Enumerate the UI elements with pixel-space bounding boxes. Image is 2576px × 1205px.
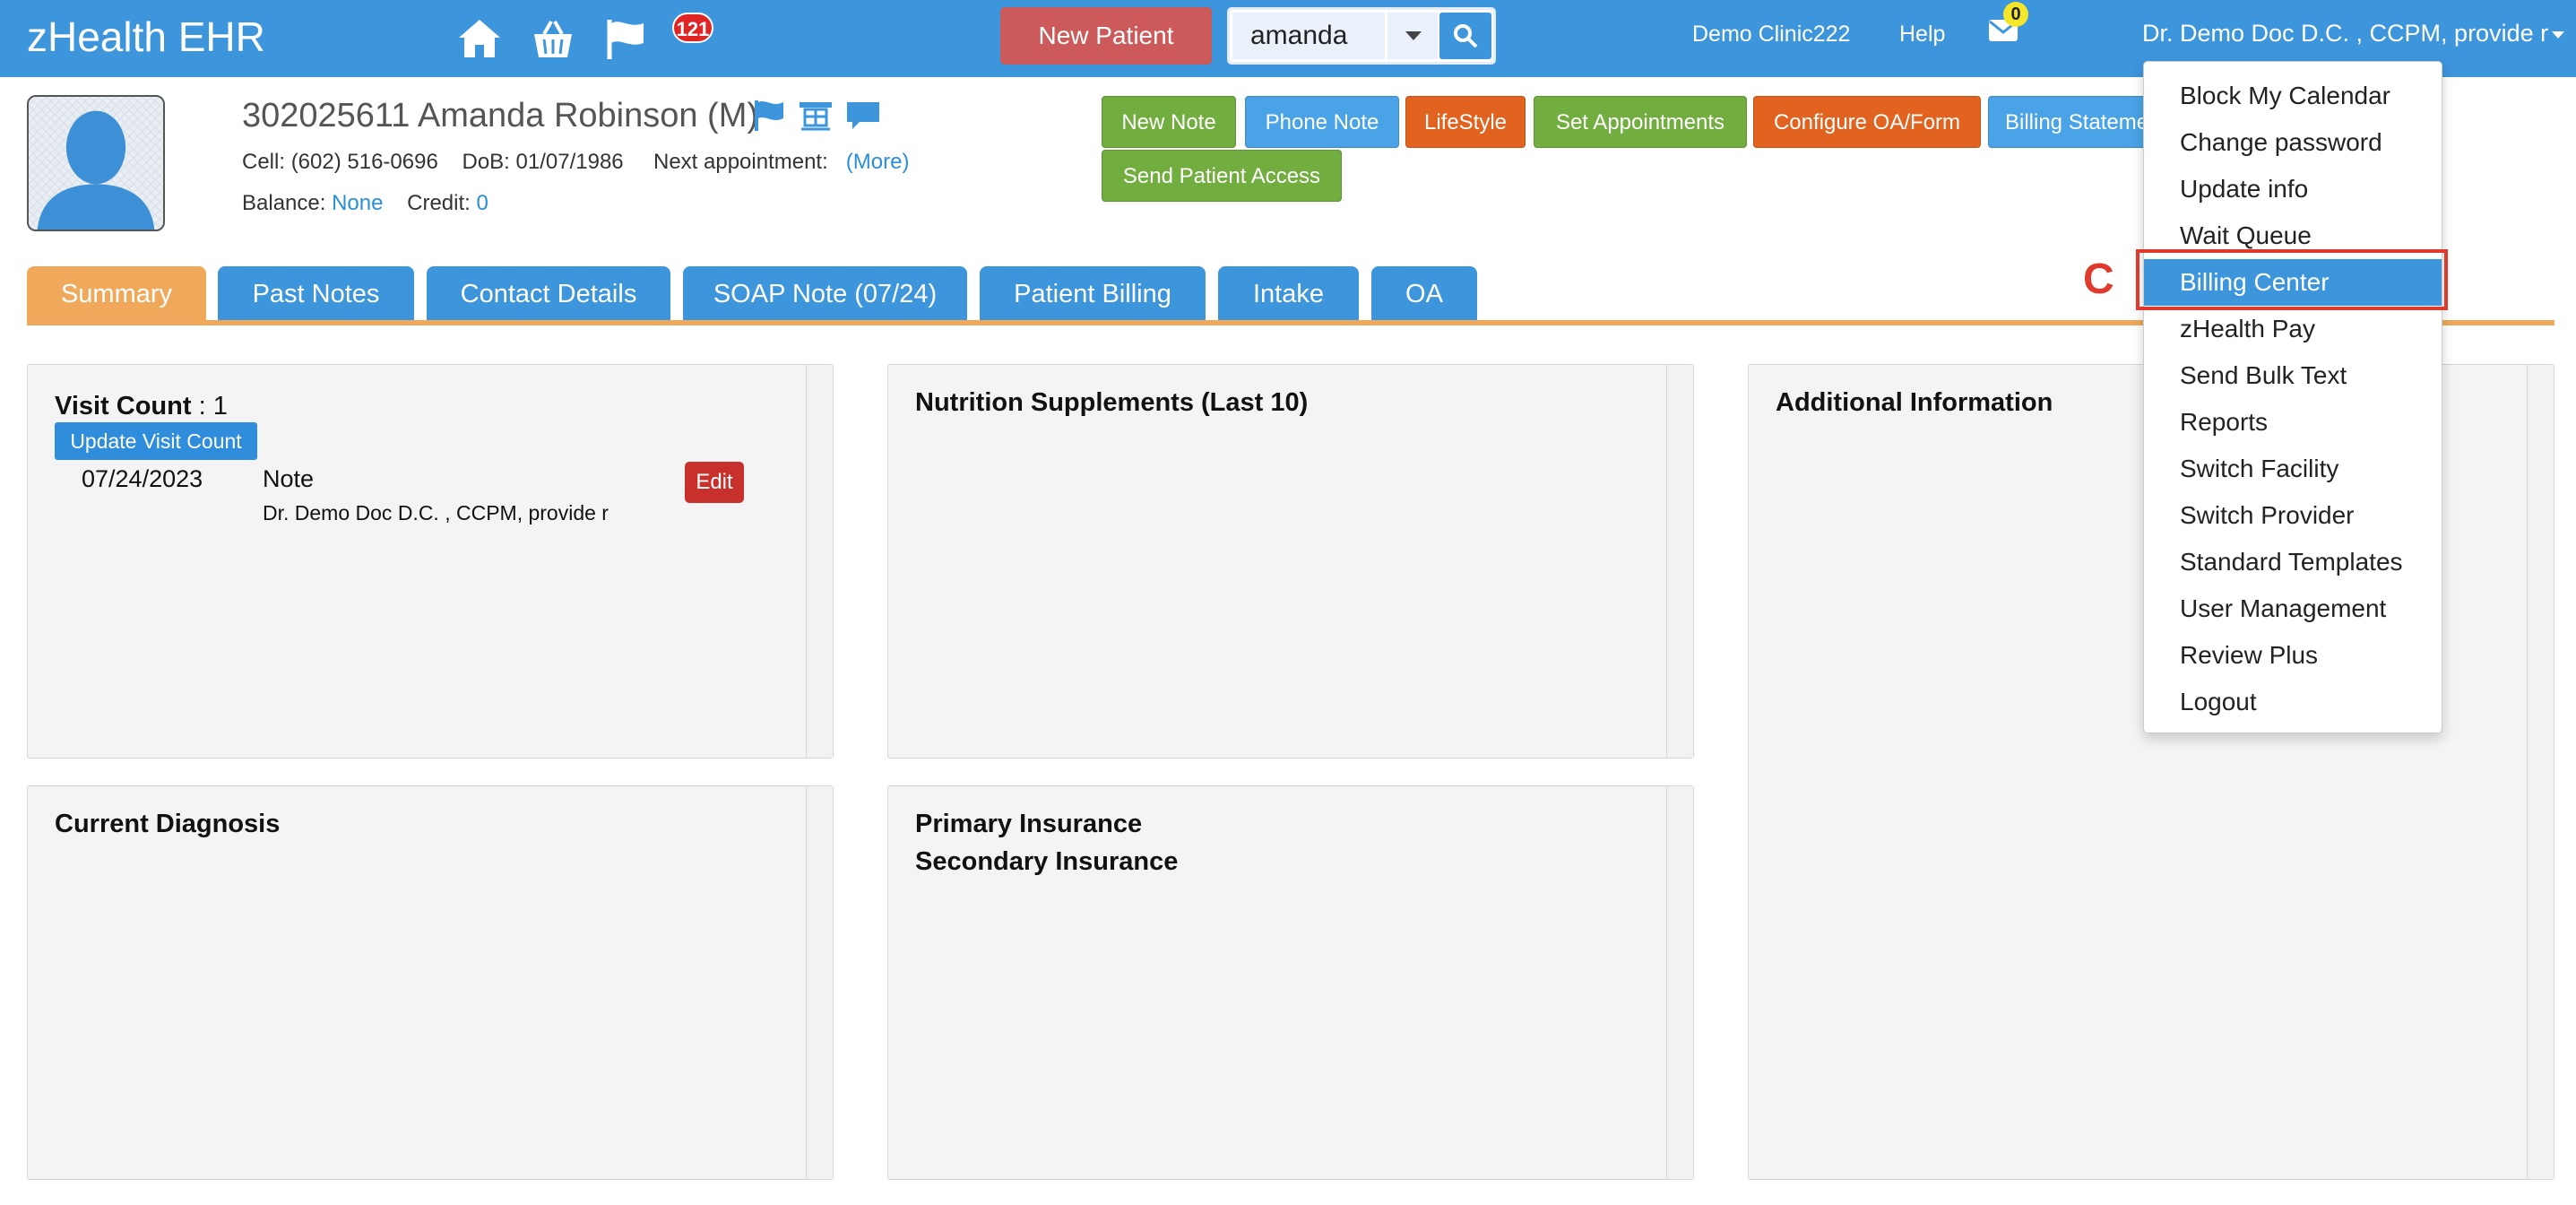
cell-value: (602) 516-0696 [290,150,438,174]
help-link[interactable]: Help [1899,22,1945,48]
menu-item-user-management[interactable]: User Management [2144,585,2442,632]
visit-count: Visit Count : 1 [55,392,228,421]
balance-value[interactable]: None [332,191,383,215]
user-menu-toggle[interactable]: Dr. Demo Doc D.C. , CCPM, provide r [2142,20,2565,48]
flag-icon[interactable] [751,99,787,133]
scrollbar[interactable] [2527,365,2554,1179]
billing-statement-button[interactable]: Billing Stateme [1988,96,2148,148]
tab-contact-details[interactable]: Contact Details [427,266,670,322]
notification-badge[interactable]: 121 [672,13,713,43]
credit-label: Credit: [407,191,471,215]
next-appointment-label: Next appointment: [653,150,828,174]
menu-item-send-bulk-text[interactable]: Send Bulk Text [2144,352,2442,399]
caret-down-icon [2552,30,2565,39]
tab-intake[interactable]: Intake [1218,266,1359,322]
search-icon [1454,24,1478,48]
menu-item-review-plus[interactable]: Review Plus [2144,632,2442,679]
secondary-insurance-title: Secondary Insurance [915,847,1179,876]
flag-icon[interactable] [602,16,651,61]
new-patient-button[interactable]: New Patient [1000,7,1212,65]
new-note-button[interactable]: New Note [1102,96,1236,148]
menu-item-reports[interactable]: Reports [2144,399,2442,446]
clinic-name[interactable]: Demo Clinic222 [1692,22,1850,48]
diagnosis-panel: Current Diagnosis [27,785,834,1180]
set-appointments-button[interactable]: Set Appointments [1534,96,1747,148]
nutrition-panel: Nutrition Supplements (Last 10) [887,364,1694,759]
insurance-panel: Primary Insurance Secondary Insurance [887,785,1694,1180]
menu-item-block-my-calendar[interactable]: Block My Calendar [2144,73,2442,119]
menu-item-switch-facility[interactable]: Switch Facility [2144,446,2442,492]
tab-past-notes[interactable]: Past Notes [218,266,414,322]
scrollbar[interactable] [806,365,833,758]
brand-logo[interactable]: zHealth EHR [27,13,265,61]
update-visit-count-button[interactable]: Update Visit Count [55,422,257,460]
additional-info-title: Additional Information [1776,388,2053,417]
patient-balance-line: Balance: None Credit: 0 [242,191,488,216]
patient-avatar [27,95,165,231]
search-button[interactable] [1439,13,1491,59]
basket-icon[interactable] [529,16,577,61]
mail-count-badge: 0 [2003,2,2028,27]
menu-item-logout[interactable]: Logout [2144,679,2442,725]
menu-item-standard-templates[interactable]: Standard Templates [2144,539,2442,585]
visit-note-link[interactable]: Note [263,465,314,493]
send-patient-access-button[interactable]: Send Patient Access [1102,150,1342,202]
edit-visit-button[interactable]: Edit [685,462,744,503]
user-name: Dr. Demo Doc D.C. , CCPM, provide r [2142,20,2549,47]
menu-item-switch-provider[interactable]: Switch Provider [2144,492,2442,539]
message-icon[interactable] [845,99,881,133]
annotation-highlight-box [2136,249,2448,310]
home-icon[interactable] [455,16,504,61]
cell-label: Cell: [242,150,286,174]
tab-summary[interactable]: Summary [27,266,206,322]
primary-insurance-title: Primary Insurance [915,810,1143,838]
diagnosis-title: Current Diagnosis [55,810,281,838]
caret-down-icon[interactable] [1387,13,1438,59]
menu-item-zhealth-pay[interactable]: zHealth Pay [2144,306,2442,352]
patient-search [1227,7,1496,65]
visit-count-label: Visit Count [55,392,192,420]
patient-contact-line: Cell: (602) 516-0696 DoB: 01/07/1986 Nex… [242,150,909,175]
menu-item-update-info[interactable]: Update info [2144,166,2442,212]
configure-oa-form-button[interactable]: Configure OA/Form [1753,96,1981,148]
balance-label: Balance: [242,191,326,215]
patient-name: 302025611 Amanda Robinson (M) [242,97,759,134]
visit-count-value: : 1 [191,392,228,420]
scrollbar[interactable] [1666,365,1693,758]
visit-provider: Dr. Demo Doc D.C. , CCPM, provide r [263,501,609,524]
dob-value: 01/07/1986 [515,150,624,174]
scrollbar[interactable] [1666,786,1693,1179]
print-icon[interactable] [798,99,834,133]
visit-panel: Visit Count : 1 Update Visit Count 07/24… [27,364,834,759]
tab-soap-note[interactable]: SOAP Note (07/24) [683,266,967,322]
scrollbar[interactable] [806,786,833,1179]
nutrition-title: Nutrition Supplements (Last 10) [915,388,1309,417]
tab-patient-billing[interactable]: Patient Billing [980,266,1206,322]
patient-header-icons [751,99,888,134]
dob-label: DoB: [462,150,510,174]
lifestyle-button[interactable]: LifeStyle [1405,96,1526,148]
visit-date: 07/24/2023 [82,465,203,492]
search-input[interactable] [1232,13,1385,59]
tab-oa[interactable]: OA [1371,266,1477,322]
credit-value[interactable]: 0 [476,191,488,215]
user-dropdown-menu: Block My Calendar Change password Update… [2143,61,2442,733]
menu-item-change-password[interactable]: Change password [2144,119,2442,166]
phone-note-button[interactable]: Phone Note [1245,96,1399,148]
more-appointments-link[interactable]: (More) [846,150,910,174]
annotation-marker: C [2083,256,2114,303]
